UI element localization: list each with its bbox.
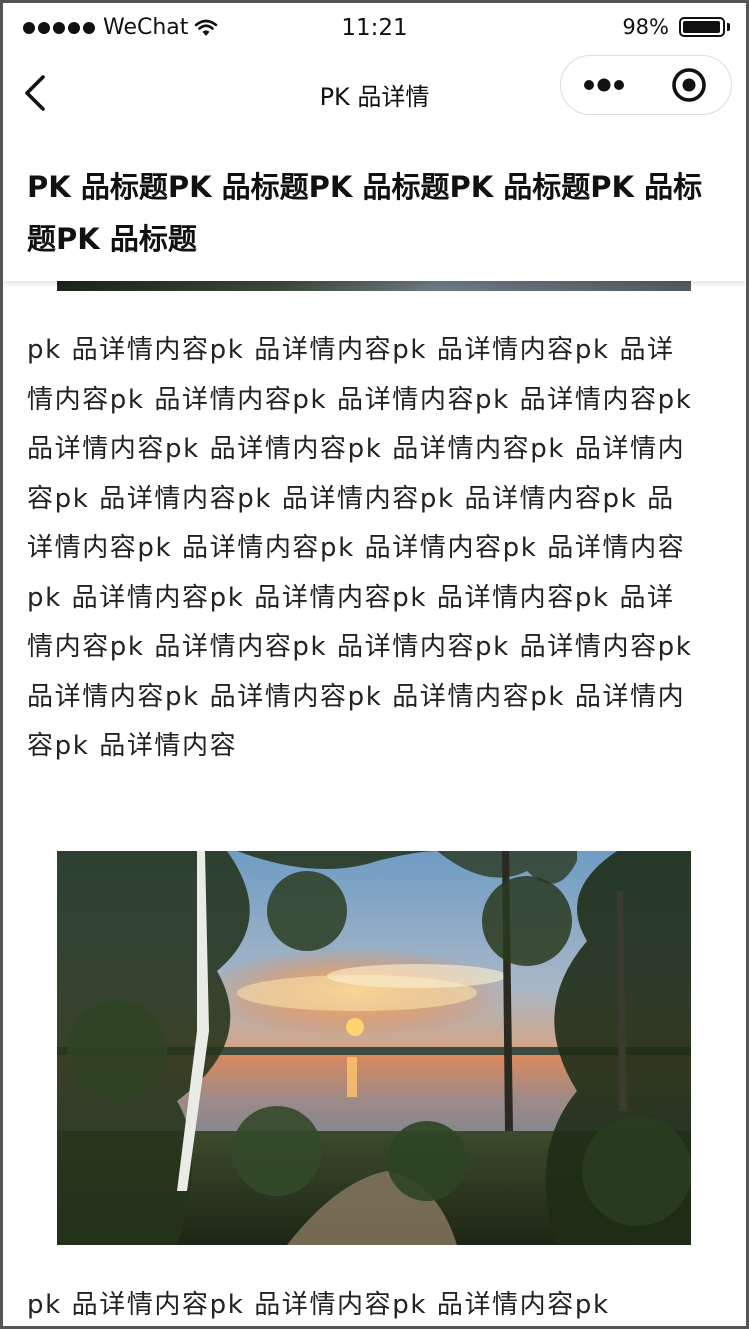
battery-icon xyxy=(679,17,725,37)
navigation-bar: PK 品详情 xyxy=(3,55,746,131)
detail-content[interactable]: pk 品详情内容pk 品详情内容pk 品详情内容pk 品详情内容pk 品详情内容… xyxy=(3,281,746,1326)
status-right: 98% xyxy=(622,15,730,39)
detail-paragraph-2: pk 品详情内容pk 品详情内容pk 品详情内容pk xyxy=(27,1290,610,1320)
more-dots-icon xyxy=(583,78,624,92)
sunset-lake-image xyxy=(57,851,691,1245)
battery-percentage: 98% xyxy=(622,15,669,39)
more-button[interactable] xyxy=(561,56,646,114)
status-bar: WeChat 11:21 98% xyxy=(3,3,746,55)
detail-image-top xyxy=(57,281,691,291)
detail-image xyxy=(57,851,691,1245)
mini-program-capsule xyxy=(560,55,732,115)
detail-paragraph: pk 品详情内容pk 品详情内容pk 品详情内容pk 品详情内容pk 品详情内容… xyxy=(27,335,693,761)
product-title-header: PK 品标题PK 品标题PK 品标题PK 品标题PK 品标题PK 品标题 xyxy=(3,131,746,281)
product-title: PK 品标题PK 品标题PK 品标题PK 品标题PK 品标题PK 品标题 xyxy=(27,170,703,256)
battery-nub xyxy=(727,23,730,31)
target-close-icon xyxy=(671,68,706,102)
battery-level-fill xyxy=(683,21,721,33)
phone-frame: WeChat 11:21 98% PK 品详情 PK 品标题PK 品标题PK 品… xyxy=(0,0,749,1329)
close-button[interactable] xyxy=(646,56,731,114)
